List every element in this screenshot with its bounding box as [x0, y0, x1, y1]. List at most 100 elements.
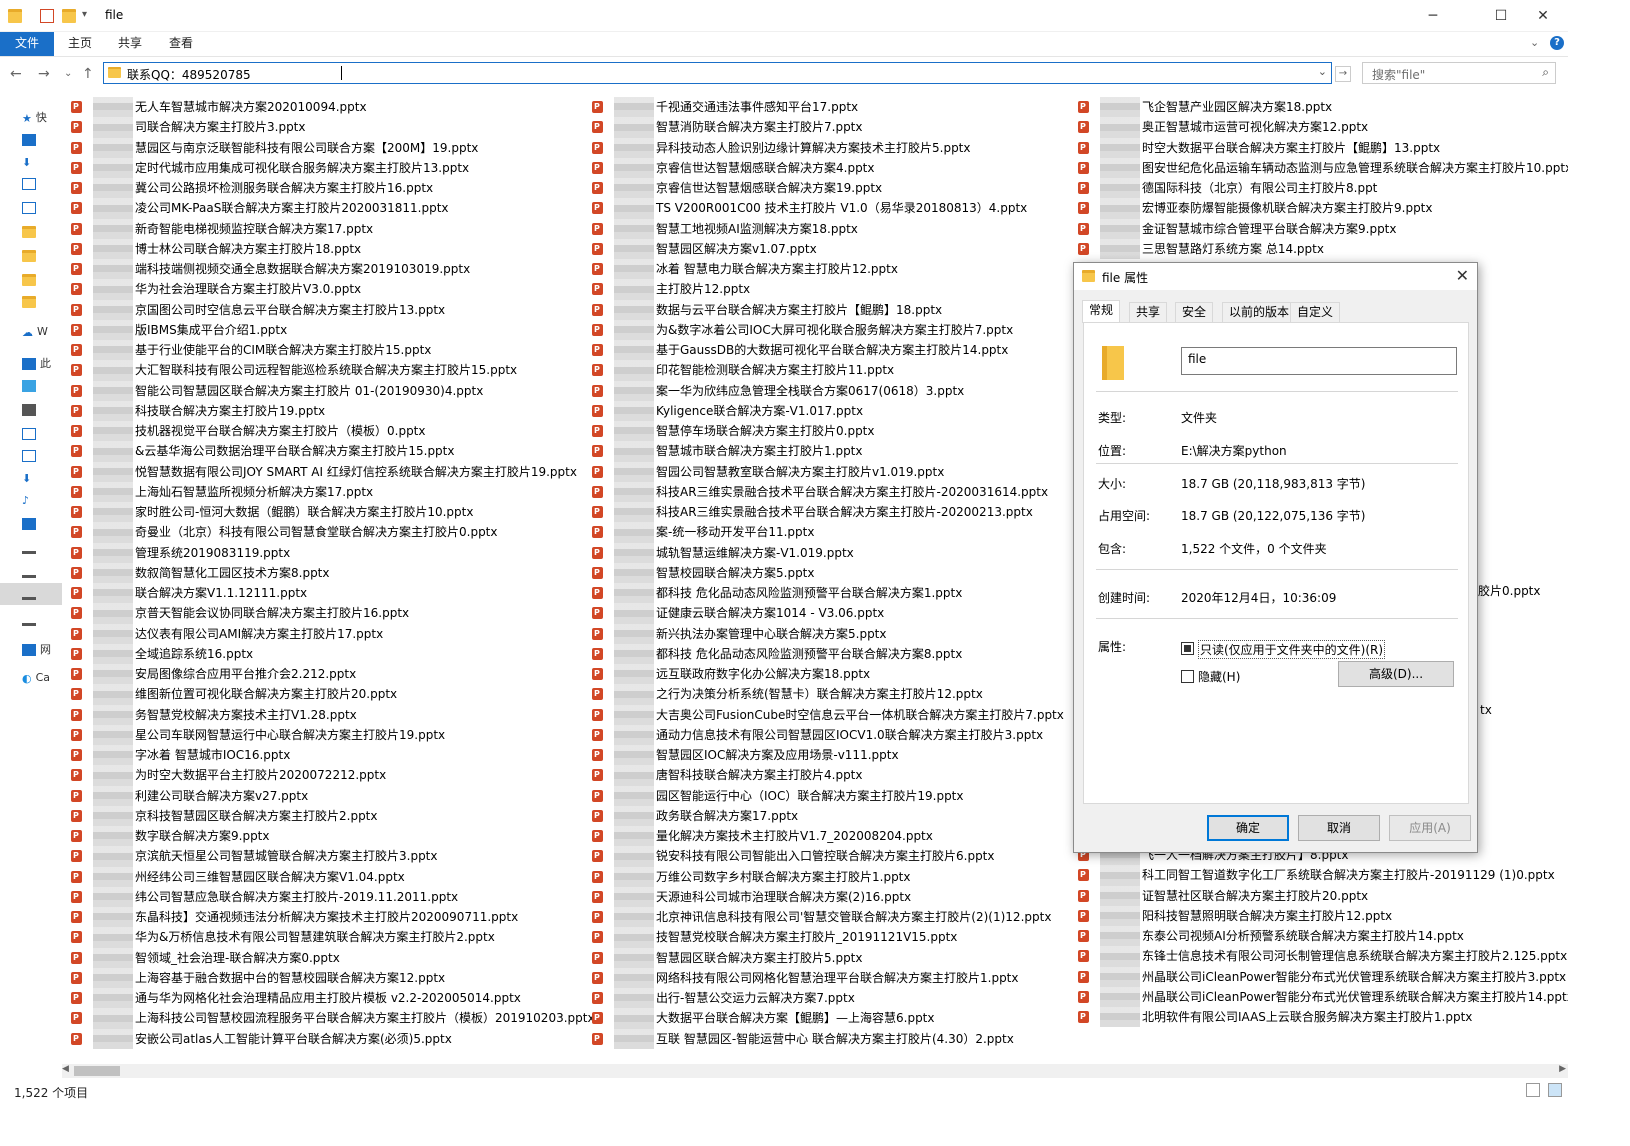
quick-access-dropdown-icon[interactable]: ▾	[82, 9, 87, 20]
nav-item[interactable]	[22, 249, 40, 267]
nav-item[interactable]	[22, 225, 40, 243]
dialog-close-button[interactable]: ✕	[1456, 266, 1469, 285]
folder-icon	[8, 9, 22, 23]
search-icon[interactable]: ⌕	[1542, 65, 1549, 80]
recent-locations-icon[interactable]: ⌄	[64, 68, 72, 79]
advanced-button[interactable]: 高级(D)...	[1338, 661, 1454, 687]
pixelated-region	[1100, 157, 1140, 178]
scroll-left-icon[interactable]: ◀	[62, 1064, 69, 1074]
go-arrow-icon[interactable]: →	[1335, 66, 1351, 82]
pixelated-region	[93, 319, 133, 340]
dialog-tab-customize[interactable]: 自定义	[1290, 302, 1341, 322]
nav-item[interactable]	[22, 201, 40, 219]
dialog-tab-sharing[interactable]: 共享	[1129, 302, 1168, 322]
ribbon-expand-icon[interactable]: ⌄	[1530, 36, 1539, 49]
pictures-icon	[22, 202, 36, 214]
nav-cad[interactable]: ◐ Ca	[22, 671, 50, 689]
divider	[1096, 618, 1458, 619]
nav-item[interactable]: ♪	[22, 493, 33, 511]
nav-item[interactable]: ⬇	[22, 155, 35, 173]
details-view-icon[interactable]	[1526, 1083, 1540, 1097]
pixelated-region	[93, 664, 133, 685]
file-name: &云基华海公司数据治理平台联合解决方案主打胶片15.pptx	[135, 444, 455, 459]
tab-share[interactable]: 共享	[106, 32, 154, 56]
pptx-file-icon	[71, 381, 82, 401]
properties-dialog: file 属性 ✕ 常规 共享 安全 以前的版本 自定义 file 类型: 文件…	[1073, 262, 1478, 853]
address-path[interactable]: 联系QQ：489520785	[127, 66, 251, 83]
forward-icon[interactable]: →	[38, 66, 50, 82]
folder-name-input[interactable]: file	[1181, 347, 1457, 375]
up-icon[interactable]: ↑	[82, 66, 94, 82]
cancel-button[interactable]: 取消	[1298, 815, 1380, 841]
address-bar[interactable]: 联系QQ：489520785 ⌄	[103, 62, 1332, 84]
nav-item[interactable]: ⬇	[22, 471, 35, 489]
nav-onedrive[interactable]: ☁ W	[22, 325, 48, 343]
hidden-label[interactable]: 隐藏(H)	[1198, 668, 1240, 685]
pixelated-region	[614, 765, 654, 786]
nav-item[interactable]	[22, 517, 40, 535]
nav-item[interactable]	[22, 403, 40, 421]
dialog-tab-security[interactable]: 安全	[1175, 302, 1214, 322]
nav-item[interactable]	[22, 565, 40, 583]
pixelated-region	[93, 846, 133, 867]
nav-item-selected-drive[interactable]	[22, 587, 40, 605]
pptx-file-icon	[71, 624, 82, 644]
close-button[interactable]: ✕	[1520, 0, 1566, 32]
nav-quick-access[interactable]: ★ 快	[22, 109, 47, 127]
address-dropdown-icon[interactable]: ⌄	[1318, 65, 1327, 78]
pptx-file-icon	[592, 624, 603, 644]
file-name: 数叙简智慧化工园区技术方案8.pptx	[135, 565, 330, 580]
pptx-file-icon	[71, 563, 82, 583]
file-name: 技机器视觉平台联合解决方案主打胶片（模板）0.pptx	[135, 424, 426, 438]
nav-this-pc[interactable]: 此	[22, 355, 51, 373]
pixelated-region	[93, 481, 133, 502]
scroll-right-icon[interactable]: ▶	[1559, 1064, 1566, 1074]
nav-item[interactable]	[22, 273, 40, 291]
readonly-label[interactable]: 只读(仅应用于文件夹中的文件)(R)	[1198, 640, 1386, 659]
pixelated-region	[1100, 885, 1140, 906]
scroll-thumb[interactable]	[74, 1066, 120, 1076]
pixelated-region	[93, 866, 133, 887]
large-icons-view-icon[interactable]	[1548, 1083, 1562, 1097]
properties-icon[interactable]	[40, 9, 54, 23]
nav-item[interactable]	[22, 177, 40, 195]
folder-icon	[22, 250, 36, 262]
tab-home[interactable]: 主页	[56, 32, 104, 56]
hidden-checkbox[interactable]	[1181, 670, 1194, 683]
readonly-checkbox[interactable]	[1181, 642, 1194, 655]
tab-file[interactable]: 文件	[0, 32, 54, 56]
pixelated-region	[93, 684, 133, 705]
nav-item[interactable]	[22, 295, 40, 313]
folder-icon	[1082, 270, 1095, 282]
nav-item[interactable]	[22, 427, 40, 445]
search-box[interactable]: 搜索"file" ⌕	[1362, 62, 1556, 84]
apply-button[interactable]: 应用(A)	[1389, 815, 1471, 841]
nav-item[interactable]	[22, 541, 40, 559]
file-name: 都科技 危化品动态风险监测预警平台联合解决方案8.pptx	[656, 646, 963, 661]
pixelated-region	[1100, 137, 1140, 158]
tab-view[interactable]: 查看	[157, 32, 205, 56]
back-icon[interactable]: ←	[10, 66, 22, 82]
pixelated-region	[1100, 198, 1140, 219]
new-folder-icon[interactable]	[62, 9, 76, 23]
nav-network[interactable]: 网	[22, 641, 51, 659]
help-icon[interactable]: ?	[1550, 36, 1564, 50]
dialog-tab-previous-versions[interactable]: 以前的版本	[1222, 302, 1297, 322]
nav-item[interactable]	[22, 613, 40, 631]
pptx-file-icon	[1078, 967, 1089, 987]
pptx-file-icon	[71, 97, 82, 117]
pixelated-region	[93, 947, 133, 968]
nav-item[interactable]	[22, 379, 40, 397]
ok-button[interactable]: 确定	[1207, 815, 1289, 841]
file-name: 安嵌公司atlas人工智能计算平台联合解决方案(必须)5.pptx	[135, 1031, 452, 1046]
pptx-file-icon	[592, 482, 603, 502]
dialog-tab-general[interactable]: 常规	[1082, 300, 1121, 323]
nav-item[interactable]	[22, 133, 40, 151]
minimize-button[interactable]: ─	[1410, 0, 1456, 32]
nav-item[interactable]	[22, 449, 40, 467]
navigation-pane[interactable]: ★ 快 ⬇ ☁ W 此 ⬇ ♪ 网 ◐ Ca	[0, 95, 62, 1060]
pptx-file-icon	[592, 401, 603, 421]
maximize-button[interactable]: ☐	[1478, 0, 1524, 32]
pptx-file-icon	[592, 279, 603, 299]
horizontal-scrollbar[interactable]: ◀ ▶	[62, 1064, 1568, 1078]
